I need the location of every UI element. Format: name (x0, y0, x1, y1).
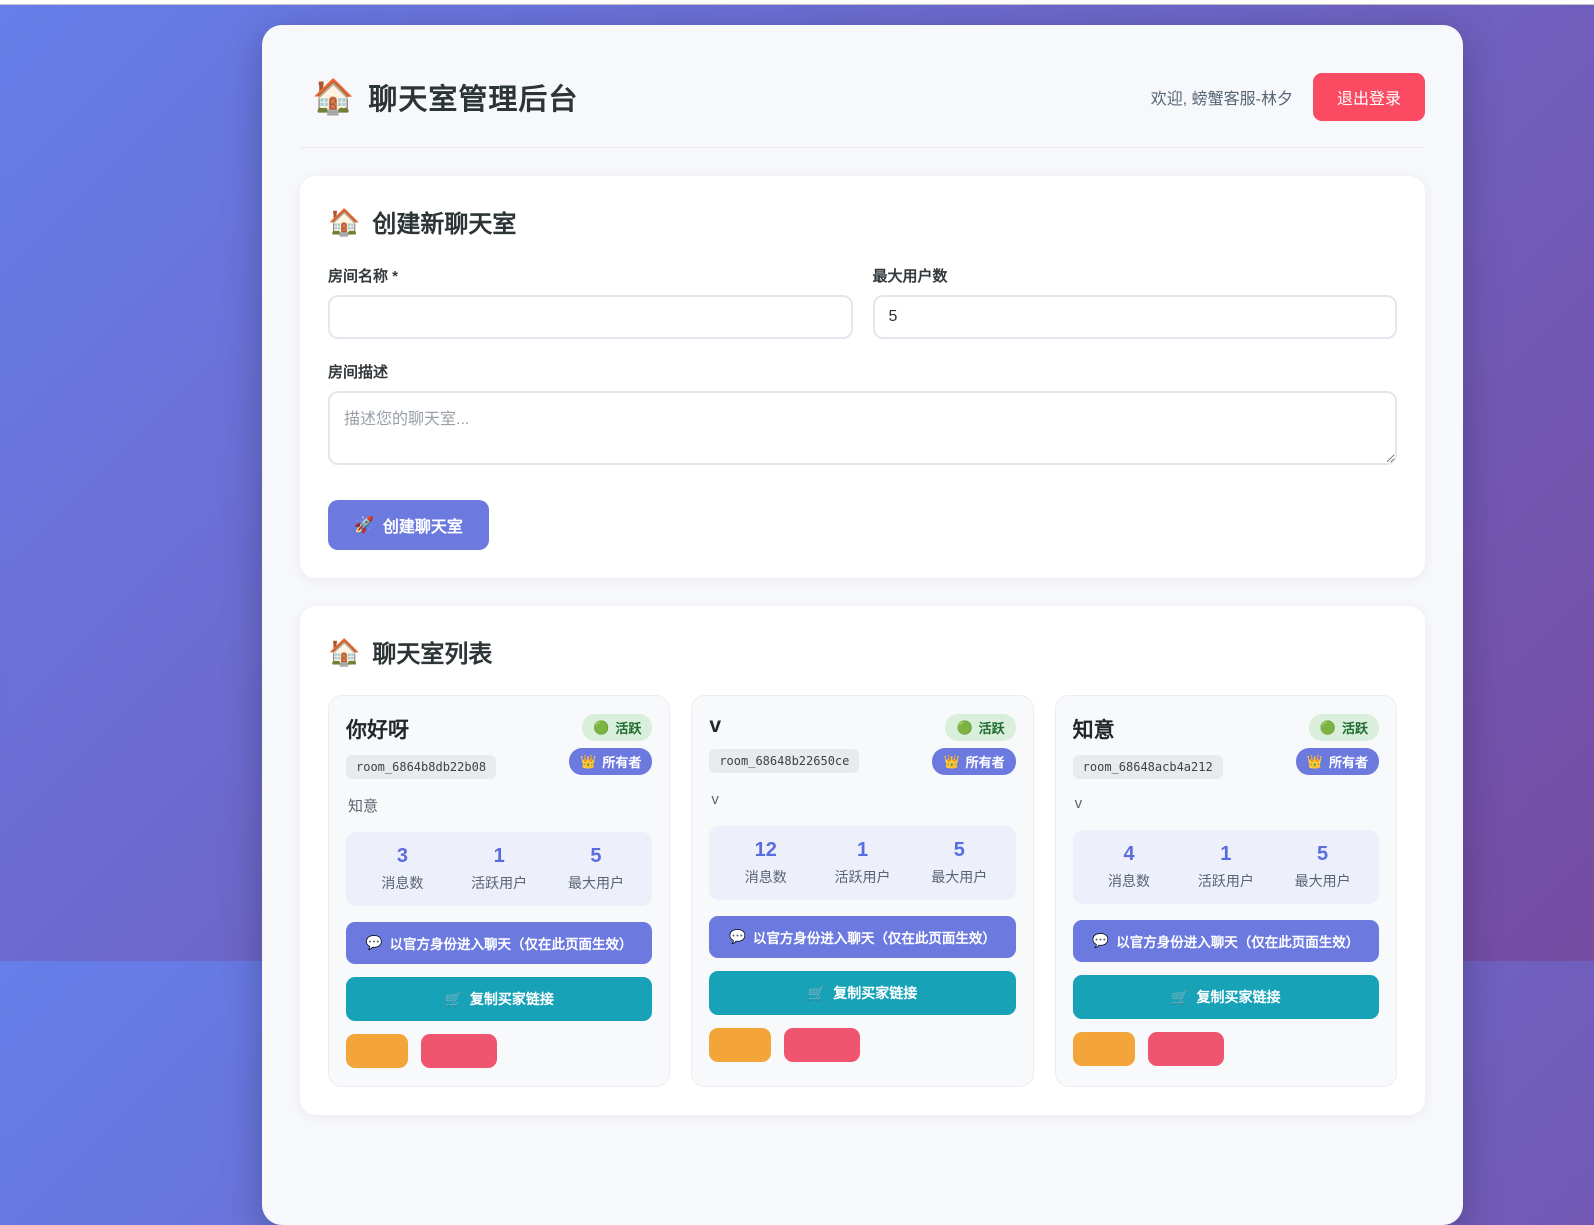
enter-chat-official-button[interactable]: 💬 以官方身份进入聊天（仅在此页面生效） (709, 916, 1015, 958)
room-id-chip: room_68648b22650ce (709, 749, 859, 773)
crown-icon: 👑 (580, 754, 596, 770)
room-name: v (709, 714, 859, 738)
enter-chat-official-button[interactable]: 💬 以官方身份进入聊天（仅在此页面生效） (1073, 920, 1379, 962)
create-room-section: 🏠 创建新聊天室 房间名称 * 最大用户数 房间描述 🚀 创建聊天室 (300, 176, 1425, 578)
max-users-label: 最大用户 (1274, 871, 1371, 891)
max-users-count: 5 (548, 845, 645, 868)
room-card: v room_68648b22650ce 🟢 活跃 👑 所有者 (691, 695, 1033, 1087)
room-description: v (1075, 795, 1377, 814)
active-users-count: 1 (814, 839, 911, 862)
enter-chat-official-button[interactable]: 💬 以官方身份进入聊天（仅在此页面生效） (346, 922, 652, 964)
room-card: 知意 room_68648acb4a212 🟢 活跃 👑 所有者 (1055, 695, 1397, 1087)
room-desc-label: 房间描述 (328, 361, 1397, 382)
active-users-count: 1 (1177, 843, 1274, 866)
room-name: 知意 (1073, 714, 1223, 744)
room-name: 你好呀 (346, 714, 496, 744)
welcome-text: 欢迎, 螃蟹客服-林夕 (1151, 85, 1293, 109)
room-list-section: 🏠 聊天室列表 你好呀 room_6864b8db22b08 🟢 活跃 (300, 606, 1425, 1115)
green-circle-icon: 🟢 (593, 720, 609, 736)
create-room-button[interactable]: 🚀 创建聊天室 (328, 500, 489, 550)
crown-icon: 👑 (1307, 754, 1323, 770)
speech-balloon-icon: 💬 (729, 929, 746, 945)
messages-count: 4 (1081, 843, 1178, 866)
status-badge: 🟢 活跃 (945, 714, 1015, 741)
green-circle-icon: 🟢 (1320, 720, 1336, 736)
shopping-cart-icon: 🛒 (444, 991, 461, 1008)
room-desc-textarea[interactable] (328, 391, 1397, 465)
room-action-orange-button[interactable] (1073, 1032, 1135, 1066)
copy-buyer-link-button[interactable]: 🛒 复制买家链接 (346, 977, 652, 1021)
create-section-title: 创建新聊天室 (372, 204, 516, 239)
max-users-count: 5 (1274, 843, 1371, 866)
shopping-cart-icon: 🛒 (1171, 989, 1188, 1006)
room-stats: 4 消息数 1 活跃用户 5 最大用户 (1073, 830, 1379, 904)
active-users-label: 活跃用户 (814, 867, 911, 887)
status-badge: 🟢 活跃 (582, 714, 652, 741)
max-users-label: 最大用户数 (873, 265, 1398, 286)
house-icon: 🏠 (328, 639, 360, 665)
shopping-cart-icon: 🛒 (808, 985, 825, 1002)
speech-balloon-icon: 💬 (366, 935, 383, 951)
messages-count: 12 (717, 839, 814, 862)
owner-badge: 👑 所有者 (569, 748, 652, 775)
room-action-orange-button[interactable] (709, 1028, 771, 1062)
page-title: 聊天室管理后台 (368, 76, 578, 118)
room-action-pink-button[interactable] (1148, 1032, 1224, 1066)
owner-badge: 👑 所有者 (1296, 748, 1379, 775)
room-card: 你好呀 room_6864b8db22b08 🟢 活跃 👑 所有者 (328, 695, 670, 1087)
room-action-pink-button[interactable] (784, 1028, 860, 1062)
messages-count: 3 (354, 845, 451, 868)
copy-buyer-link-button[interactable]: 🛒 复制买家链接 (1073, 975, 1379, 1019)
speech-balloon-icon: 💬 (1092, 933, 1109, 949)
header: 🏠 聊天室管理后台 欢迎, 螃蟹客服-林夕 退出登录 (300, 55, 1425, 129)
active-users-label: 活跃用户 (1177, 871, 1274, 891)
browser-chrome-edge (0, 0, 1594, 5)
room-id-chip: room_6864b8db22b08 (346, 755, 496, 779)
house-icon: 🏠 (328, 209, 360, 235)
crown-icon: 👑 (943, 754, 959, 770)
active-users-label: 活跃用户 (451, 873, 548, 893)
logout-button[interactable]: 退出登录 (1313, 73, 1425, 121)
room-action-pink-button[interactable] (421, 1034, 497, 1068)
active-users-count: 1 (451, 845, 548, 868)
list-section-title: 聊天室列表 (372, 634, 492, 669)
messages-label: 消息数 (1081, 871, 1178, 891)
room-name-label: 房间名称 * (328, 265, 853, 286)
room-action-orange-button[interactable] (346, 1034, 408, 1068)
owner-badge: 👑 所有者 (932, 748, 1015, 775)
room-stats: 3 消息数 1 活跃用户 5 最大用户 (346, 832, 652, 906)
header-divider (300, 147, 1425, 148)
create-room-button-label: 创建聊天室 (383, 513, 463, 537)
messages-label: 消息数 (717, 867, 814, 887)
copy-buyer-link-button[interactable]: 🛒 复制买家链接 (709, 971, 1015, 1015)
room-stats: 12 消息数 1 活跃用户 5 最大用户 (709, 826, 1015, 900)
green-circle-icon: 🟢 (956, 720, 972, 736)
admin-panel: 🏠 聊天室管理后台 欢迎, 螃蟹客服-林夕 退出登录 🏠 创建新聊天室 房间名称… (262, 25, 1463, 1225)
max-users-label: 最大用户 (911, 867, 1008, 887)
rocket-icon: 🚀 (354, 515, 374, 535)
room-description: v (711, 791, 1013, 810)
room-description: 知意 (348, 795, 650, 816)
max-users-input[interactable] (873, 295, 1398, 339)
max-users-label: 最大用户 (548, 873, 645, 893)
rooms-grid: 你好呀 room_6864b8db22b08 🟢 活跃 👑 所有者 (328, 695, 1397, 1087)
status-badge: 🟢 活跃 (1309, 714, 1379, 741)
house-icon: 🏠 (312, 80, 354, 114)
room-name-input[interactable] (328, 295, 853, 339)
messages-label: 消息数 (354, 873, 451, 893)
room-id-chip: room_68648acb4a212 (1073, 755, 1223, 779)
max-users-count: 5 (911, 839, 1008, 862)
